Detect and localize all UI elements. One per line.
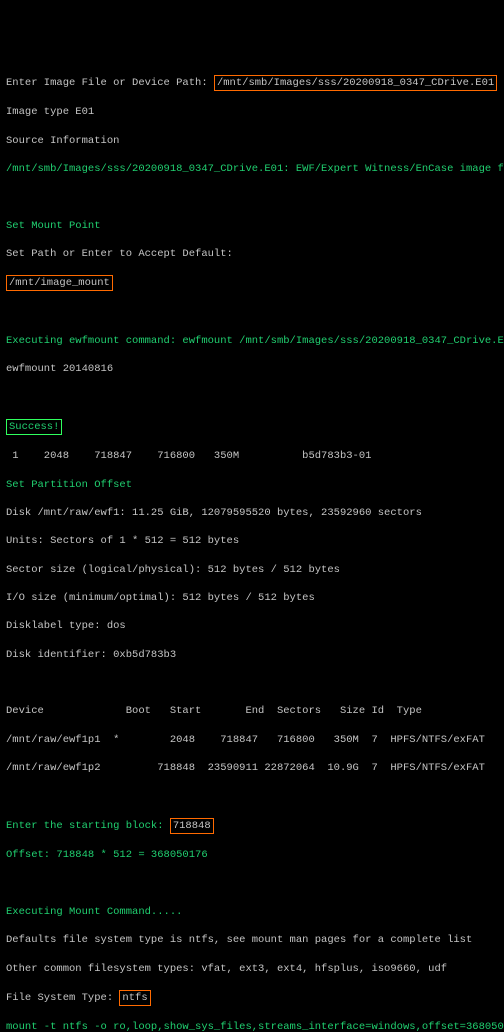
source-info-label: Source Information xyxy=(6,134,498,148)
disk-summary: Disk /mnt/raw/ewf1: 11.25 GiB, 120795955… xyxy=(6,506,498,520)
units-line: Units: Sectors of 1 * 512 = 512 bytes xyxy=(6,534,498,548)
input-image-path[interactable]: /mnt/smb/Images/sss/20200918_0347_CDrive… xyxy=(214,75,497,91)
offset-line: Offset: 718848 * 512 = 368050176 xyxy=(6,848,498,862)
other-fs-line: Other common filesystem types: vfat, ext… xyxy=(6,962,498,976)
input-fs-type[interactable]: ntfs xyxy=(119,990,150,1006)
mount-command-1: mount -t ntfs -o ro,loop,show_sys_files,… xyxy=(6,1020,498,1032)
prompt-image-path: Enter Image File or Device Path: xyxy=(6,77,214,89)
exec-ewfmount: Executing ewfmount command: ewfmount /mn… xyxy=(6,334,498,348)
set-mount-point-prompt: Set Path or Enter to Accept Default: xyxy=(6,247,498,261)
ewfmount-version: ewfmount 20140816 xyxy=(6,362,498,376)
set-partition-offset-header: Set Partition Offset xyxy=(6,478,498,492)
partition-row-2: /mnt/raw/ewf1p2 718848 23590911 22872064… xyxy=(6,761,498,775)
partition-row-1: /mnt/raw/ewf1p1 * 2048 718847 716800 350… xyxy=(6,733,498,747)
disklabel: Disklabel type: dos xyxy=(6,619,498,633)
sector-size: Sector size (logical/physical): 512 byte… xyxy=(6,563,498,577)
exec-mount-header: Executing Mount Command..... xyxy=(6,905,498,919)
defaults-line: Defaults file system type is ntfs, see m… xyxy=(6,933,498,947)
image-type: Image type E01 xyxy=(6,105,498,119)
prompt-fs-type: File System Type: xyxy=(6,992,119,1004)
io-size: I/O size (minimum/optimal): 512 bytes / … xyxy=(6,591,498,605)
set-mount-point-header: Set Mount Point xyxy=(6,219,498,233)
terminal-output: Enter Image File or Device Path: /mnt/sm… xyxy=(6,61,498,1032)
partition-row: 1 2048 718847 716800 350M b5d783b3-01 xyxy=(6,449,498,463)
success-badge: Success! xyxy=(6,419,62,435)
input-mount-point[interactable]: /mnt/image_mount xyxy=(6,275,113,291)
prompt-starting-block: Enter the starting block: xyxy=(6,820,170,832)
source-info-path: /mnt/smb/Images/sss/20200918_0347_CDrive… xyxy=(6,162,498,176)
disk-identifier: Disk identifier: 0xb5d783b3 xyxy=(6,648,498,662)
input-starting-block[interactable]: 718848 xyxy=(170,818,214,834)
partition-table-header: Device Boot Start End Sectors Size Id Ty… xyxy=(6,704,498,718)
